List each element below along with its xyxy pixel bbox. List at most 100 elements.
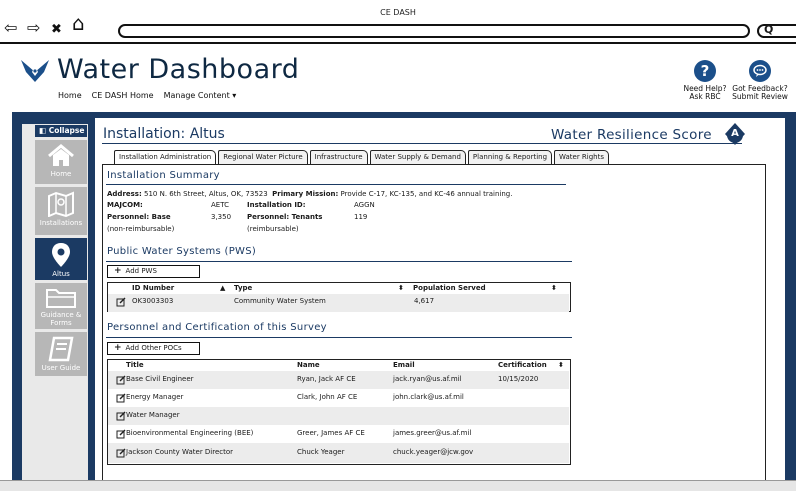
mission-value: Provide C-17, KC-135, and KC-46 annual t…: [340, 190, 513, 198]
sidebar-item-label: Home: [50, 170, 72, 178]
personnel-col-name[interactable]: Name: [297, 361, 320, 369]
feedback-label: Got Feedback? Submit Review: [732, 84, 788, 101]
pws-col-population[interactable]: Population Served: [413, 284, 486, 292]
page-title: Installation: Altus: [103, 126, 225, 142]
browser-search-box[interactable]: Q: [757, 23, 796, 38]
personnel-tenants-sub: (reimbursable): [247, 225, 299, 233]
footer-strip: [0, 480, 796, 491]
help-button[interactable]: ? Need Help? Ask RBC: [675, 60, 735, 101]
majcom-label: MAJCOM:: [107, 201, 143, 209]
map-icon: [48, 191, 74, 217]
sidebar-item-label: Guidance & Forms: [40, 311, 82, 327]
majcom-value: AETC: [211, 201, 229, 209]
personnel-email-cell: jack.ryan@us.af.mil: [393, 375, 462, 383]
address-value: 510 N. 6th Street, Altus, OK, 73523: [144, 190, 268, 198]
sort-asc-icon[interactable]: ▲: [220, 284, 225, 292]
sidebar-item-guidance-forms[interactable]: Guidance & Forms: [35, 283, 87, 329]
edit-icon[interactable]: [116, 375, 126, 385]
feedback-icon: [749, 60, 771, 82]
feedback-button[interactable]: Got Feedback? Submit Review: [730, 60, 790, 101]
personnel-divider: [106, 337, 572, 338]
air-force-logo-icon: [21, 60, 49, 82]
personnel-base-sub: (non-reimbursable): [107, 225, 175, 233]
app-title: Water Dashboard: [57, 54, 300, 85]
personnel-col-title[interactable]: Title: [126, 361, 144, 369]
pws-divider: [106, 261, 572, 262]
home-icon: [48, 144, 74, 166]
title-divider: [102, 143, 742, 144]
collapse-button[interactable]: ◧ Collapse: [35, 125, 87, 137]
table-row: [108, 294, 569, 312]
nav-manage-content-menu[interactable]: Manage Content ▾: [164, 91, 237, 100]
app-header: Water Dashboard Home CE DASH Home Manage…: [0, 46, 796, 106]
personnel-title-cell: Base Civil Engineer: [126, 375, 194, 383]
personnel-title-cell: Water Manager: [126, 411, 180, 419]
add-other-pocs-button[interactable]: + Add Other POCs: [107, 342, 200, 355]
personnel-name-cell: Chuck Yeager: [297, 448, 345, 456]
installation-id-label: Installation ID:: [247, 201, 306, 209]
nav-home-link[interactable]: Home: [58, 91, 82, 100]
sort-icon[interactable]: ⬍: [551, 284, 557, 292]
pws-col-id[interactable]: ID Number: [132, 284, 174, 292]
help-icon: ?: [694, 60, 716, 82]
pws-type-cell: Community Water System: [234, 297, 326, 305]
top-nav: Home CE DASH Home Manage Content ▾: [58, 91, 236, 100]
sidebar-item-home[interactable]: Home: [35, 140, 87, 184]
folder-icon: [46, 289, 76, 308]
edit-icon[interactable]: [116, 393, 126, 403]
personnel-name-cell: Ryan, Jack AF CE: [297, 375, 356, 383]
tab-planning-reporting[interactable]: Planning & Reporting: [467, 150, 553, 164]
tab-water-rights[interactable]: Water Rights: [554, 150, 610, 164]
score-grade: A: [731, 128, 739, 139]
browser-chrome: CE DASH ⇦ ⇨ ✖ ⌂ Q: [0, 0, 796, 44]
edit-icon[interactable]: [116, 411, 126, 421]
tab-installation-administration[interactable]: Installation Administration: [114, 150, 217, 164]
personnel-title-cell: Energy Manager: [126, 393, 184, 401]
tab-bar: Installation Administration Regional Wat…: [114, 150, 611, 164]
tab-infrastructure[interactable]: Infrastructure: [309, 150, 368, 164]
personnel-col-email[interactable]: Email: [393, 361, 415, 369]
pws-population-cell: 4,617: [414, 297, 435, 305]
personnel-name-cell: Clark, John AF CE: [297, 393, 358, 401]
book-icon: [48, 336, 74, 362]
add-pws-button[interactable]: + Add PWS: [107, 265, 200, 278]
personnel-name-cell: Greer, James AF CE: [297, 429, 365, 437]
pws-table: ID Number ▲ Type ⬍ Population Served ⬍ O…: [107, 282, 571, 312]
personnel-table: Title Name Email Certification ⬍ Base Ci…: [107, 359, 571, 465]
back-icon[interactable]: ⇦: [4, 20, 17, 36]
edit-icon[interactable]: [116, 448, 126, 458]
personnel-title-cell: Bioenvironmental Engineering (BEE): [126, 429, 254, 437]
tab-water-supply-demand[interactable]: Water Supply & Demand: [369, 150, 466, 164]
resilience-score-label: Water Resilience Score: [551, 127, 712, 143]
sort-icon[interactable]: ⬍: [398, 284, 404, 292]
sidebar-item-user-guide[interactable]: User Guide: [35, 332, 87, 376]
close-icon[interactable]: ✖: [51, 22, 62, 38]
sidebar-item-altus[interactable]: Altus: [35, 238, 87, 280]
personnel-title-cell: Jackson County Water Director: [126, 448, 234, 456]
pws-title: Public Water Systems (PWS): [107, 246, 257, 257]
personnel-title: Personnel and Certification of this Surv…: [107, 322, 327, 333]
search-icon: Q: [764, 23, 774, 36]
location-pin-icon: [52, 243, 70, 267]
help-label: Need Help? Ask RBC: [683, 84, 727, 101]
personnel-email-cell: chuck.yeager@jcw.gov: [393, 448, 474, 456]
personnel-email-cell: james.greer@us.af.mil: [393, 429, 472, 437]
edit-icon[interactable]: [116, 429, 126, 439]
url-bar[interactable]: [118, 24, 750, 38]
forward-icon[interactable]: ⇨: [27, 20, 40, 36]
pws-col-type[interactable]: Type: [234, 284, 252, 292]
edit-icon[interactable]: [116, 297, 126, 307]
address-row: Address: 510 N. 6th Street, Altus, OK, 7…: [107, 190, 513, 198]
plus-icon: +: [114, 266, 122, 276]
sidebar-item-label: Altus: [52, 270, 70, 278]
personnel-base-label: Personnel: Base: [107, 213, 171, 221]
sidebar-item-installations[interactable]: Installations: [35, 187, 87, 235]
nav-ce-dash-home-link[interactable]: CE DASH Home: [92, 91, 154, 100]
browser-title: CE DASH: [380, 8, 416, 17]
sort-icon[interactable]: ⬍: [558, 361, 564, 369]
summary-divider: [106, 184, 566, 185]
home-icon[interactable]: ⌂: [72, 13, 85, 33]
personnel-tenants-label: Personnel: Tenants: [247, 213, 323, 221]
personnel-col-certification[interactable]: Certification: [498, 361, 547, 369]
tab-regional-water-picture[interactable]: Regional Water Picture: [218, 150, 308, 164]
